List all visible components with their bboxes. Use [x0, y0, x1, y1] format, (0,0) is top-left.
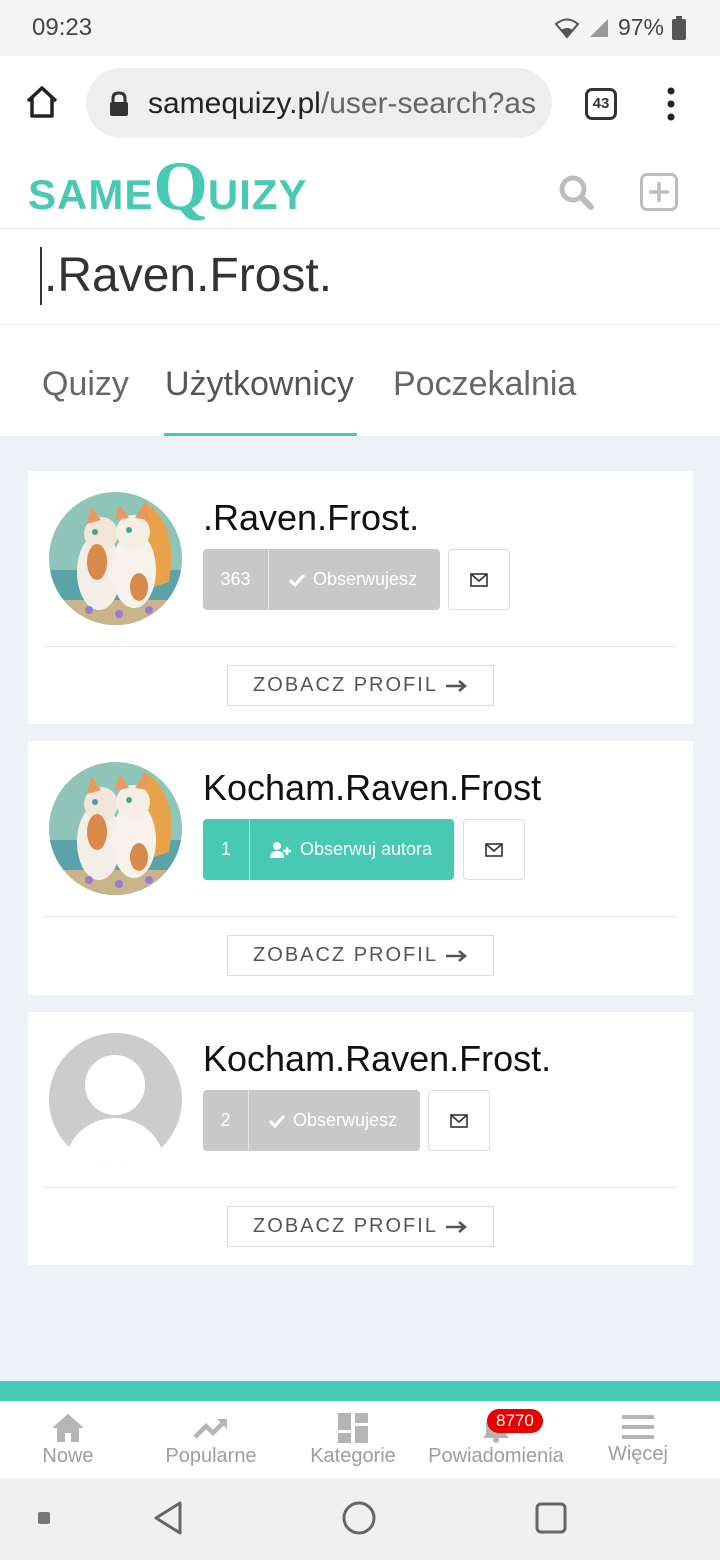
- back-icon[interactable]: [152, 1500, 184, 1536]
- more-menu-icon[interactable]: [662, 86, 680, 122]
- status-icons: 97%: [554, 14, 686, 41]
- nav-item-popularne[interactable]: Popularne: [160, 1401, 262, 1478]
- envelope-icon: [470, 572, 488, 587]
- follow-status: Obserwuj autora: [250, 819, 449, 880]
- view-profile-label: ZOBACZ PROFIL: [253, 674, 438, 696]
- follow-label: Obserwujesz: [313, 569, 418, 589]
- check-icon: [289, 573, 305, 587]
- follow-status: Obserwujesz: [249, 1090, 414, 1151]
- nav-item-nowe[interactable]: Nowe: [33, 1401, 103, 1478]
- follow-button[interactable]: 2 Obserwujesz: [203, 1090, 420, 1151]
- follow-button[interactable]: 363 Obserwujesz: [203, 549, 440, 610]
- view-profile-button[interactable]: ZOBACZ PROFIL: [227, 1206, 494, 1247]
- menu-icon: [622, 1415, 654, 1439]
- nav-item-wiecej[interactable]: Więcej: [600, 1401, 676, 1478]
- username[interactable]: .Raven.Frost.: [203, 497, 419, 539]
- follower-count: 363: [203, 549, 269, 610]
- message-button[interactable]: [448, 549, 510, 610]
- logo-same: SAME: [28, 171, 154, 218]
- status-bar: 09:23 97%: [0, 0, 720, 56]
- cats-avatar-image: [49, 762, 182, 895]
- arrow-right-icon: [445, 1220, 467, 1233]
- notification-badge: 8770: [487, 1409, 543, 1433]
- tab-poczekalnia[interactable]: Poczekalnia: [393, 365, 576, 404]
- square-small-icon[interactable]: [38, 1512, 50, 1524]
- search-icon[interactable]: [558, 174, 594, 210]
- grid-icon: [338, 1413, 368, 1443]
- view-profile-button[interactable]: ZOBACZ PROFIL: [227, 935, 494, 976]
- site-header: SAME Q UIZY: [0, 152, 720, 229]
- arrow-right-icon: [445, 949, 467, 962]
- follower-count: 2: [203, 1090, 249, 1151]
- view-profile-label: ZOBACZ PROFIL: [253, 944, 438, 966]
- card-divider: [44, 1187, 677, 1188]
- active-tab-indicator: [164, 433, 357, 436]
- add-quiz-button[interactable]: [640, 173, 678, 211]
- default-avatar-image: [49, 1033, 182, 1166]
- wifi-icon: [554, 18, 580, 39]
- signal-icon: [589, 18, 608, 37]
- result-tabs: Quizy Użytkownicy Poczekalnia: [0, 325, 720, 436]
- nav-label: Kategorie: [310, 1445, 396, 1467]
- nav-label: Więcej: [607, 1443, 668, 1465]
- view-profile-label: ZOBACZ PROFIL: [253, 1215, 438, 1237]
- bottom-nav: Nowe Popularne Kategorie Powiadomienia 8…: [0, 1401, 720, 1478]
- nav-label: Nowe: [42, 1445, 94, 1467]
- avatar[interactable]: [49, 492, 182, 625]
- nav-item-kategorie[interactable]: Kategorie: [303, 1401, 403, 1478]
- system-nav-bar: [0, 1478, 720, 1560]
- view-profile-button[interactable]: ZOBACZ PROFIL: [227, 665, 494, 706]
- cats-avatar-image: [49, 492, 182, 625]
- url-path: /user-search?as: [320, 87, 536, 120]
- envelope-icon: [485, 842, 503, 857]
- tab-switcher-button[interactable]: 43: [585, 88, 617, 120]
- logo-uizy: UIZY: [207, 171, 308, 218]
- search-input[interactable]: .Raven.Frost.: [40, 247, 332, 305]
- battery-icon: [672, 15, 686, 40]
- nav-label: Powiadomienia: [428, 1445, 564, 1467]
- tab-uzytkownicy[interactable]: Użytkownicy: [165, 365, 354, 404]
- avatar[interactable]: [49, 1033, 182, 1166]
- user-card: Kocham.Raven.Frost. 2 Obserwujesz ZOBACZ…: [28, 1012, 693, 1265]
- username[interactable]: Kocham.Raven.Frost: [203, 767, 541, 809]
- add-user-icon: [270, 841, 291, 858]
- user-card: Kocham.Raven.Frost 1 Obserwuj autora ZOB…: [28, 741, 693, 995]
- search-bar[interactable]: .Raven.Frost.: [0, 229, 720, 325]
- check-icon: [269, 1114, 285, 1128]
- user-card: .Raven.Frost. 363 Obserwujesz ZOBACZ PRO…: [28, 471, 693, 724]
- footer-accent-strip: [0, 1381, 720, 1401]
- battery-percent: 97%: [617, 14, 664, 40]
- url-text: samequizy.pl/user-search?as: [148, 87, 536, 121]
- samequizy-logo[interactable]: SAME Q UIZY: [28, 152, 307, 222]
- card-divider: [44, 646, 677, 647]
- nav-label: Popularne: [165, 1445, 257, 1467]
- url-domain: samequizy.pl: [148, 87, 321, 120]
- message-button[interactable]: [463, 819, 525, 880]
- home-icon[interactable]: [22, 82, 62, 122]
- home-icon: [52, 1414, 84, 1442]
- trending-icon: [193, 1419, 227, 1439]
- plus-icon: [649, 182, 669, 202]
- message-button[interactable]: [428, 1090, 490, 1151]
- home-circle-icon[interactable]: [342, 1501, 376, 1535]
- recents-icon[interactable]: [535, 1502, 567, 1534]
- browser-toolbar: samequizy.pl/user-search?as 43: [0, 56, 720, 152]
- follow-label: Obserwuj autora: [300, 839, 433, 859]
- follow-button[interactable]: 1 Obserwuj autora: [203, 819, 454, 880]
- envelope-icon: [450, 1113, 468, 1128]
- logo-q: Q: [153, 148, 208, 225]
- follow-status: Obserwujesz: [269, 549, 434, 610]
- address-bar[interactable]: samequizy.pl/user-search?as: [86, 68, 552, 138]
- follow-label: Obserwujesz: [293, 1110, 398, 1130]
- avatar[interactable]: [49, 762, 182, 895]
- follower-count: 1: [203, 819, 250, 880]
- lock-icon: [110, 91, 128, 116]
- username[interactable]: Kocham.Raven.Frost.: [203, 1038, 551, 1080]
- tab-quizy[interactable]: Quizy: [42, 365, 129, 404]
- status-time: 09:23: [32, 14, 93, 41]
- nav-item-powiadomienia[interactable]: Powiadomienia 8770: [425, 1401, 567, 1478]
- card-divider: [44, 916, 677, 917]
- arrow-right-icon: [445, 679, 467, 692]
